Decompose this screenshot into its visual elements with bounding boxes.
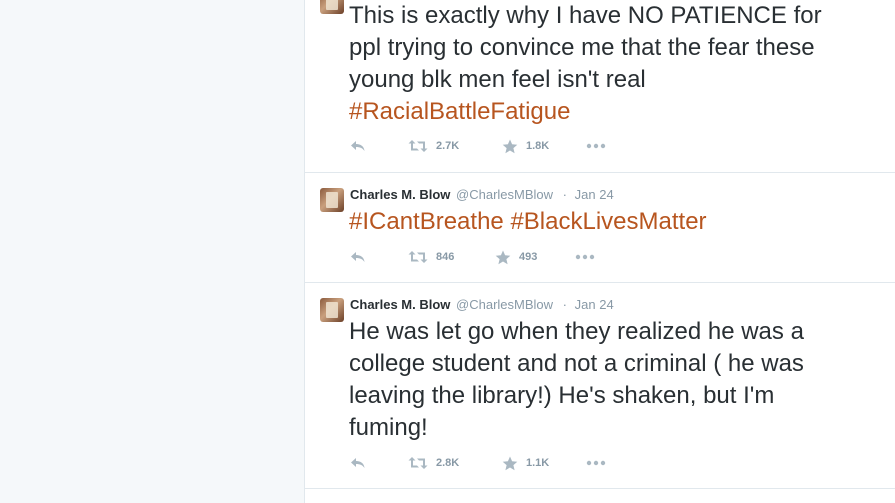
tweet-header: Charles M. Blow @CharlesMBlow · Jan 24 — [350, 187, 614, 202]
separator-dot: · — [562, 187, 568, 202]
tweet-text-line: This is exactly why I have NO PATIENCE f… — [349, 2, 822, 29]
tweet-text-line: young blk men feel isn't real — [349, 66, 646, 93]
author-handle[interactable]: @CharlesMBlow — [456, 187, 553, 202]
retweet-icon — [408, 140, 428, 152]
favorite-icon — [502, 139, 518, 153]
more-button[interactable] — [586, 453, 606, 473]
author-handle[interactable]: @CharlesMBlow — [456, 297, 553, 312]
retweet-icon — [408, 457, 428, 469]
tweet[interactable]: Charles M. Blow @CharlesMBlow · Jan 24 H… — [305, 283, 895, 489]
favorite-count: 493 — [519, 251, 538, 263]
reply-icon — [351, 141, 365, 151]
avatar[interactable] — [320, 188, 344, 212]
favorite-button[interactable]: 1.1K — [502, 453, 549, 473]
tweet-timestamp[interactable]: Jan 24 — [575, 297, 614, 312]
reply-icon — [351, 458, 365, 468]
favorite-icon — [502, 456, 518, 470]
reply-button[interactable] — [350, 136, 366, 156]
retweet-icon — [408, 251, 428, 263]
more-button[interactable] — [575, 247, 595, 267]
tweet-actions: 2.7K 1.8K — [350, 136, 650, 156]
retweet-count: 2.8K — [436, 457, 460, 469]
retweet-count: 846 — [436, 251, 455, 263]
more-button[interactable] — [586, 136, 606, 156]
retweet-button[interactable]: 846 — [408, 247, 454, 267]
retweet-button[interactable]: 2.8K — [408, 453, 459, 473]
more-icon — [575, 254, 595, 260]
tweet-header: Charles M. Blow @CharlesMBlow · Jan 24 — [350, 297, 614, 312]
reply-button[interactable] — [350, 247, 366, 267]
tweet-text-line: college student and not a criminal ( he … — [349, 350, 804, 377]
tweet[interactable]: Charles M. Blow @CharlesMBlow · Jan 24 #… — [305, 172, 895, 283]
tweet-actions: 846 493 — [350, 247, 650, 267]
more-icon — [586, 143, 606, 149]
avatar[interactable] — [320, 0, 344, 14]
avatar[interactable] — [320, 298, 344, 322]
tweet-text: This is exactly why I have NO PATIENCE f… — [349, 0, 879, 128]
page-background-left — [0, 0, 304, 503]
retweet-button[interactable]: 2.7K — [408, 136, 459, 156]
favorite-count: 1.8K — [526, 140, 550, 152]
favorite-count: 1.1K — [526, 457, 550, 469]
favorite-icon — [495, 250, 511, 264]
tweet[interactable]: This is exactly why I have NO PATIENCE f… — [305, 0, 895, 173]
tweet-actions: 2.8K 1.1K — [350, 453, 650, 473]
author-name[interactable]: Charles M. Blow — [350, 297, 450, 312]
tweet-text-line: He was let go when they realized he was … — [349, 318, 804, 345]
reply-button[interactable] — [350, 453, 366, 473]
timeline: This is exactly why I have NO PATIENCE f… — [304, 0, 895, 503]
favorite-button[interactable]: 493 — [495, 247, 537, 267]
tweet-timestamp[interactable]: Jan 24 — [575, 187, 614, 202]
hashtag-link[interactable]: #ICantBreathe — [349, 208, 504, 235]
retweet-count: 2.7K — [436, 140, 460, 152]
tweet-text: #ICantBreathe #BlackLivesMatter — [349, 206, 879, 238]
author-name[interactable]: Charles M. Blow — [350, 187, 450, 202]
tweet-text-line: ppl trying to convince me that the fear … — [349, 34, 815, 61]
tweet-text: He was let go when they realized he was … — [349, 316, 879, 444]
hashtag-link[interactable]: #BlackLivesMatter — [510, 208, 706, 235]
reply-icon — [351, 252, 365, 262]
more-icon — [586, 460, 606, 466]
separator-dot: · — [562, 297, 568, 312]
tweet-text-line: leaving the library!) He's shaken, but I… — [349, 382, 775, 409]
favorite-button[interactable]: 1.8K — [502, 136, 549, 156]
tweet-text-line: fuming! — [349, 414, 428, 441]
hashtag-link[interactable]: #RacialBattleFatigue — [349, 98, 570, 125]
